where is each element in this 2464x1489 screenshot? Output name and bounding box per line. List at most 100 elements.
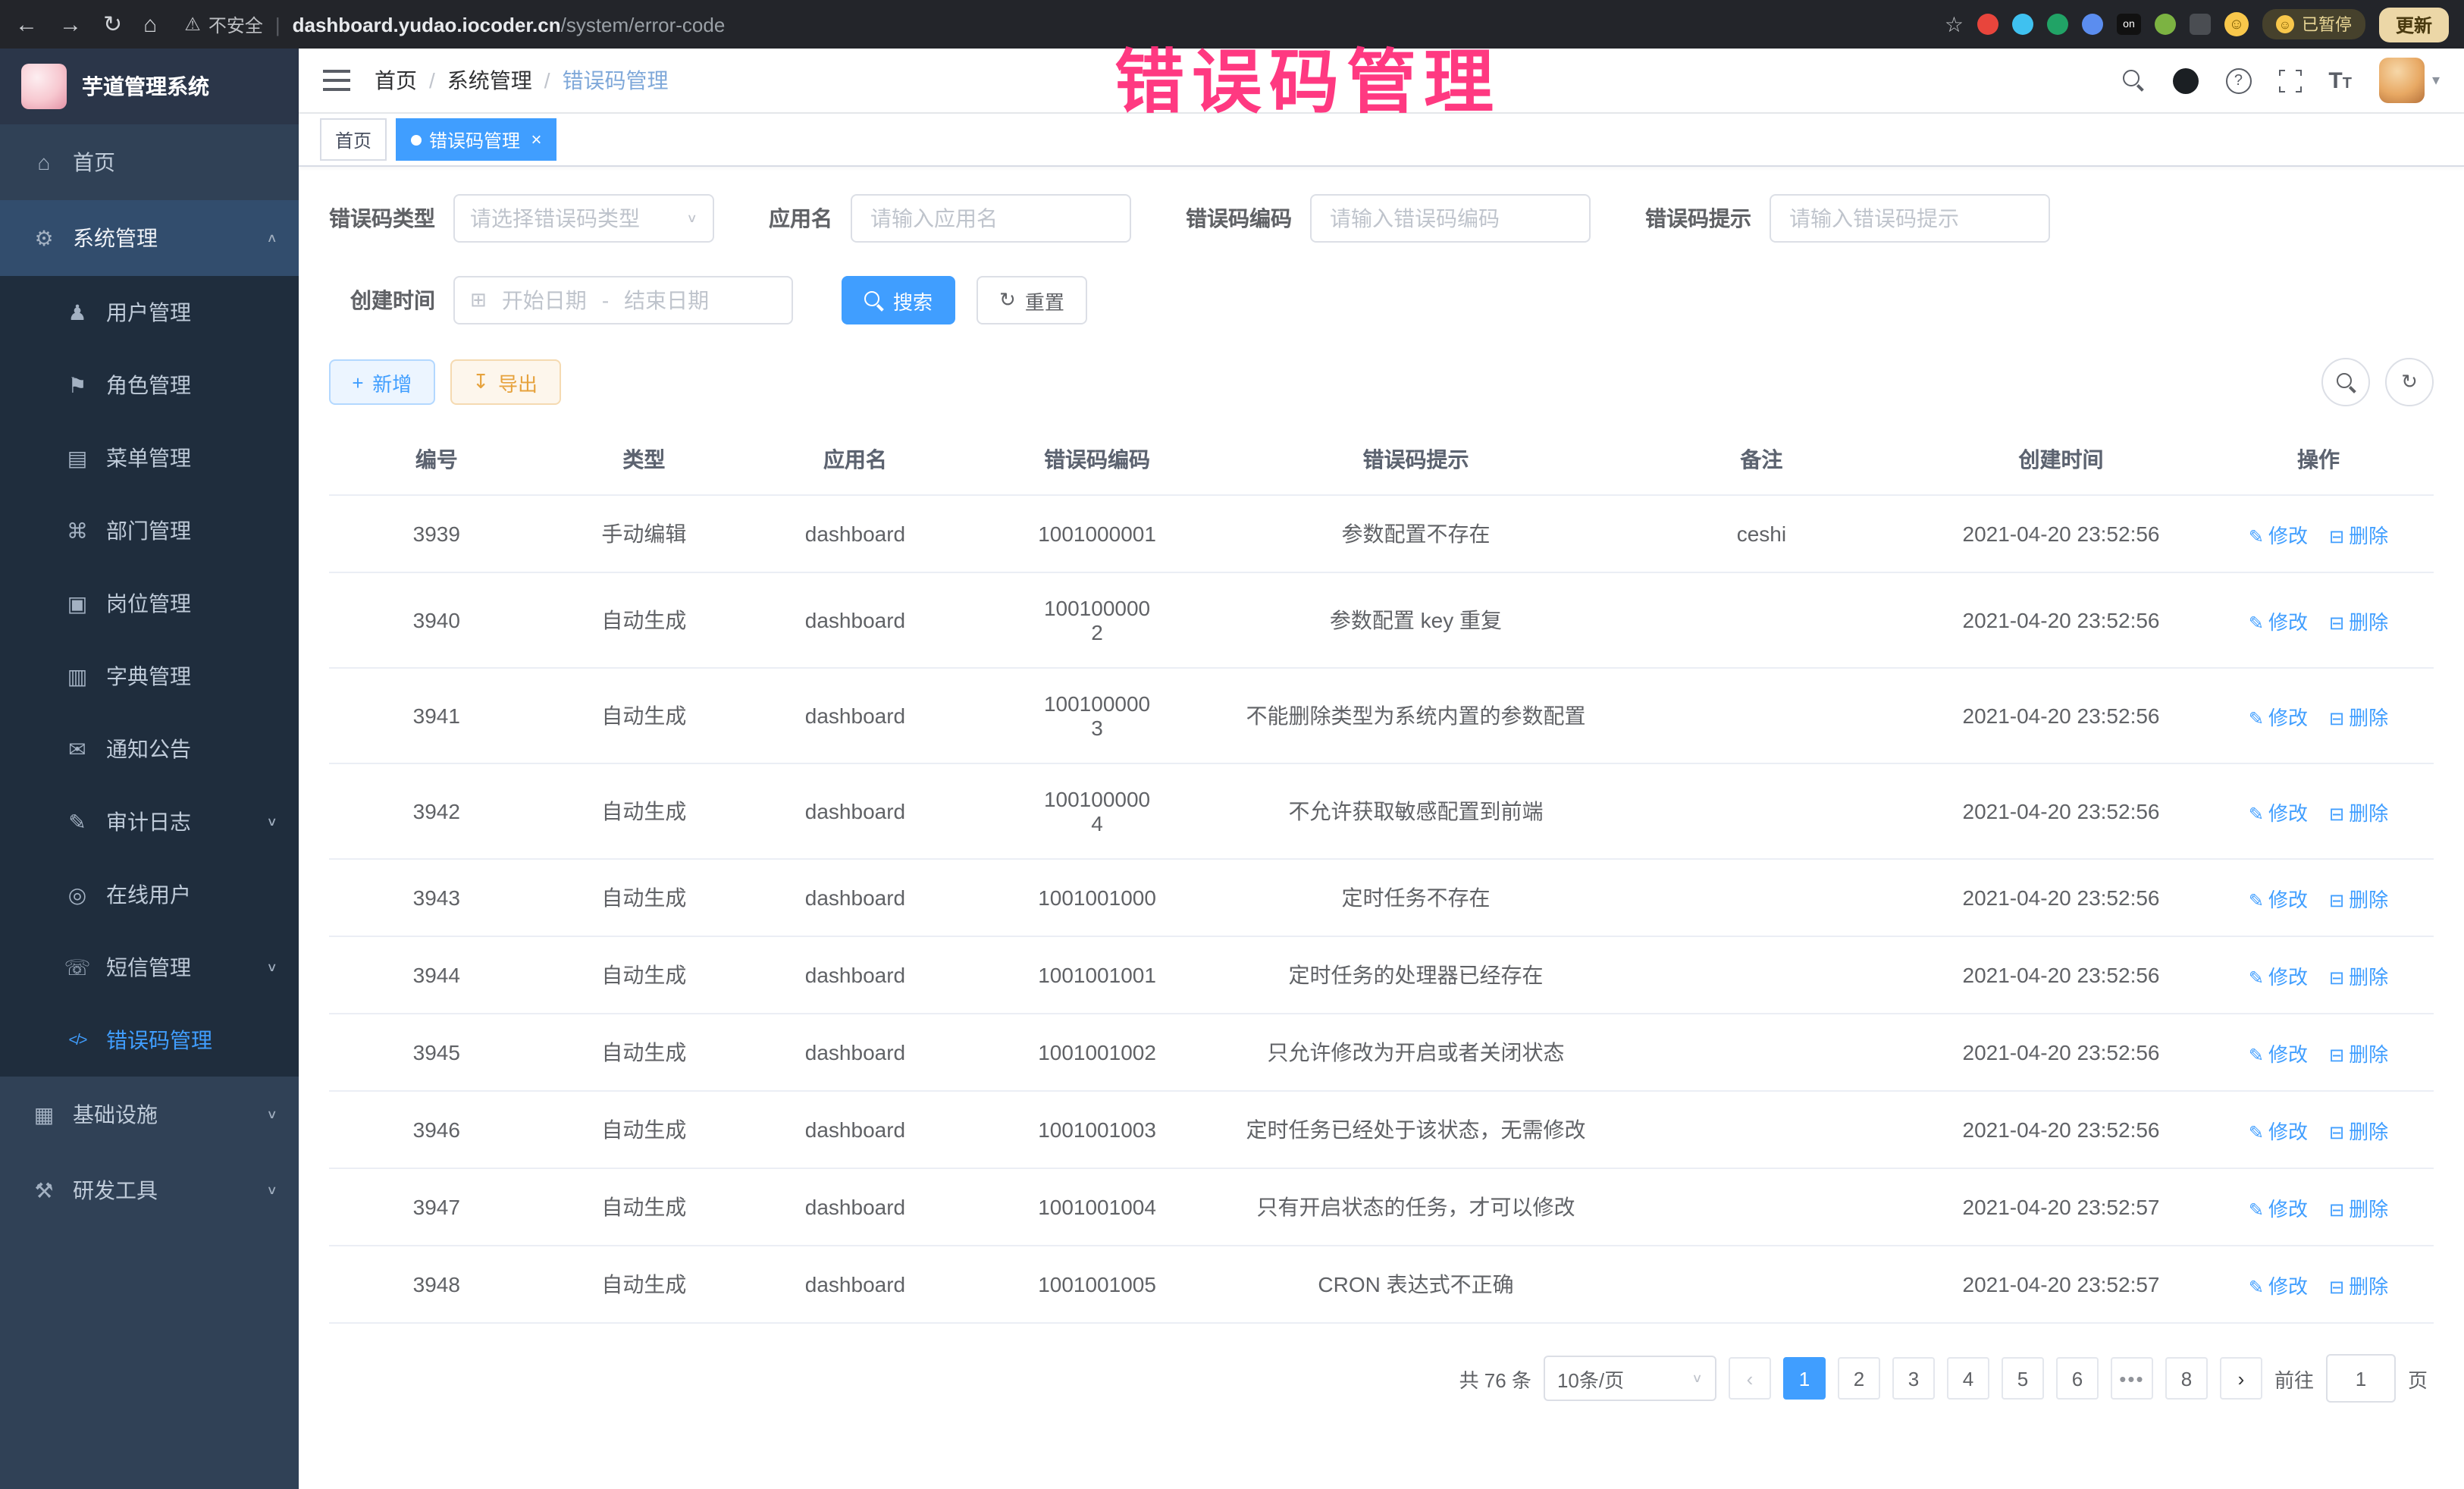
page-more-button[interactable]: ••• — [2111, 1357, 2153, 1400]
edit-link[interactable]: ✎修改 — [2249, 801, 2308, 824]
extension-icon-leaf[interactable] — [2155, 14, 2176, 35]
column-header: 错误码编码 — [967, 425, 1227, 495]
app-logo[interactable]: 芋道管理系统 — [0, 49, 299, 124]
error-type-select[interactable]: 请选择错误码类型 ∨ — [453, 194, 714, 243]
page-size-select[interactable]: 10条/页 ∨ — [1544, 1356, 1716, 1401]
address-bar[interactable]: ⚠ 不安全 | dashboard.yudao.iocoder.cn/syste… — [172, 11, 1930, 37]
delete-link[interactable]: ⊟删除 — [2329, 610, 2388, 633]
tab-active[interactable]: 错误码管理× — [396, 118, 556, 161]
export-button[interactable]: ↧ 导出 — [450, 359, 560, 405]
edit-link[interactable]: ✎修改 — [2249, 1042, 2308, 1065]
reset-button[interactable]: ↻ 重置 — [977, 276, 1087, 324]
error-hint-input[interactable] — [1770, 194, 2050, 243]
sidebar-item-audit-logs[interactable]: ✎审计日志∨ — [0, 785, 299, 858]
sidebar-item-menus[interactable]: ▤菜单管理 — [0, 422, 299, 494]
prev-page-button[interactable]: ‹ — [1729, 1357, 1771, 1400]
browser-home-icon[interactable]: ⌂ — [143, 11, 157, 37]
browser-forward-icon[interactable]: → — [59, 11, 82, 37]
github-icon[interactable] — [2172, 67, 2198, 93]
delete-link[interactable]: ⊟删除 — [2329, 801, 2388, 824]
sidebar-item-departments[interactable]: ⌘部门管理 — [0, 494, 299, 567]
page-button-3[interactable]: 3 — [1892, 1357, 1935, 1400]
goto-page-input[interactable] — [2326, 1354, 2396, 1403]
delete-link[interactable]: ⊟删除 — [2329, 1042, 2388, 1065]
edit-link[interactable]: ✎修改 — [2249, 706, 2308, 729]
security-warning[interactable]: ⚠ 不安全 — [184, 11, 263, 37]
add-button[interactable]: + 新增 — [329, 359, 434, 405]
toggle-search-button[interactable] — [2321, 358, 2370, 406]
search-button[interactable]: 搜索 — [842, 276, 955, 324]
sidebar-item-notices[interactable]: ✉通知公告 — [0, 713, 299, 785]
breadcrumb-item[interactable]: 首页 — [375, 65, 417, 96]
delete-link[interactable]: ⊟删除 — [2329, 888, 2388, 911]
delete-link[interactable]: ⊟删除 — [2329, 1197, 2388, 1220]
delete-link[interactable]: ⊟删除 — [2329, 1274, 2388, 1297]
extension-icon-green[interactable] — [2047, 14, 2068, 35]
hamburger-icon[interactable] — [323, 70, 350, 91]
page-button-6[interactable]: 6 — [2056, 1357, 2099, 1400]
sidebar-item-home[interactable]: ⌂首页 — [0, 124, 299, 200]
screen: ← → ↻ ⌂ ⚠ 不安全 | dashboard.yudao.iocoder.… — [0, 0, 2464, 1489]
edit-link[interactable]: ✎修改 — [2249, 965, 2308, 988]
date-range-picker[interactable]: ⊞ 开始日期 - 结束日期 — [453, 276, 793, 324]
delete-link[interactable]: ⊟删除 — [2329, 1120, 2388, 1143]
sidebar-item-error-codes[interactable]: </>错误码管理 — [0, 1004, 299, 1077]
edit-link[interactable]: ✎修改 — [2249, 524, 2308, 547]
cell-remark — [1604, 763, 1919, 859]
create-time-label: 创建时间 — [350, 285, 435, 315]
fullscreen-icon[interactable] — [2278, 69, 2301, 92]
refresh-table-button[interactable]: ↻ — [2385, 358, 2434, 406]
cell-code: 1001001003 — [967, 1091, 1227, 1168]
error-code-input[interactable] — [1310, 194, 1591, 243]
font-size-icon[interactable]: TT — [2328, 67, 2352, 93]
help-icon[interactable]: ? — [2225, 67, 2251, 93]
header-search-icon[interactable] — [2122, 69, 2145, 92]
page-button-2[interactable]: 2 — [1838, 1357, 1880, 1400]
extension-icon-indigo[interactable] — [2082, 14, 2103, 35]
page-button-8[interactable]: 8 — [2165, 1357, 2208, 1400]
page-button-4[interactable]: 4 — [1947, 1357, 1989, 1400]
sidebar-item-online-users[interactable]: ◎在线用户 — [0, 858, 299, 931]
profile-avatar-icon[interactable]: ☺ — [2224, 12, 2249, 36]
browser-back-icon[interactable]: ← — [15, 11, 38, 37]
next-page-button[interactable]: › — [2220, 1357, 2262, 1400]
sidebar-menu: ⌂首页⚙系统管理∧♟用户管理⚑角色管理▤菜单管理⌘部门管理▣岗位管理▥字典管理✉… — [0, 124, 299, 1489]
update-button[interactable]: 更新 — [2379, 7, 2449, 42]
page-button-5[interactable]: 5 — [2002, 1357, 2044, 1400]
tab-item[interactable]: 首页 — [320, 118, 387, 161]
sidebar-item-system[interactable]: ⚙系统管理∧ — [0, 200, 299, 276]
sidebar-item-label: 系统管理 — [73, 223, 158, 253]
sidebar-item-dev-tools[interactable]: ⚒研发工具∨ — [0, 1152, 299, 1228]
sidebar-item-positions[interactable]: ▣岗位管理 — [0, 567, 299, 640]
sidebar-item-dictionaries[interactable]: ▥字典管理 — [0, 640, 299, 713]
edit-link[interactable]: ✎修改 — [2249, 888, 2308, 911]
sidebar-item-users[interactable]: ♟用户管理 — [0, 276, 299, 349]
delete-icon: ⊟ — [2329, 1044, 2344, 1065]
breadcrumb-item[interactable]: 系统管理 — [447, 65, 532, 96]
tab-close-icon[interactable]: × — [531, 129, 541, 150]
sidebar-item-infrastructure[interactable]: ▦基础设施∨ — [0, 1077, 299, 1152]
sidebar-item-roles[interactable]: ⚑角色管理 — [0, 349, 299, 422]
gear-icon: ⚙ — [30, 225, 58, 251]
delete-link[interactable]: ⊟删除 — [2329, 524, 2388, 547]
sidebar-item-sms[interactable]: ☏短信管理∨ — [0, 931, 299, 1004]
notice-icon: ✉ — [64, 736, 91, 762]
extension-icon-red[interactable] — [1977, 14, 1998, 35]
edit-link[interactable]: ✎修改 — [2249, 1274, 2308, 1297]
cell-remark — [1604, 1014, 1919, 1091]
browser-reload-icon[interactable]: ↻ — [103, 11, 122, 38]
edit-link[interactable]: ✎修改 — [2249, 1120, 2308, 1143]
delete-link[interactable]: ⊟删除 — [2329, 706, 2388, 729]
edit-link[interactable]: ✎修改 — [2249, 610, 2308, 633]
column-header: 操作 — [2203, 425, 2434, 495]
page-button-1[interactable]: 1 — [1783, 1357, 1826, 1400]
app-name-input[interactable] — [851, 194, 1131, 243]
paused-badge[interactable]: ☺已暂停 — [2262, 9, 2365, 39]
extensions-puzzle-icon[interactable] — [2190, 14, 2211, 35]
extension-icon-on[interactable]: on — [2117, 14, 2141, 35]
edit-link[interactable]: ✎修改 — [2249, 1197, 2308, 1220]
delete-link[interactable]: ⊟删除 — [2329, 965, 2388, 988]
extension-icon-blue[interactable] — [2012, 14, 2033, 35]
user-menu[interactable]: ▾ — [2379, 58, 2440, 103]
bookmark-star-icon[interactable]: ☆ — [1945, 11, 1964, 37]
